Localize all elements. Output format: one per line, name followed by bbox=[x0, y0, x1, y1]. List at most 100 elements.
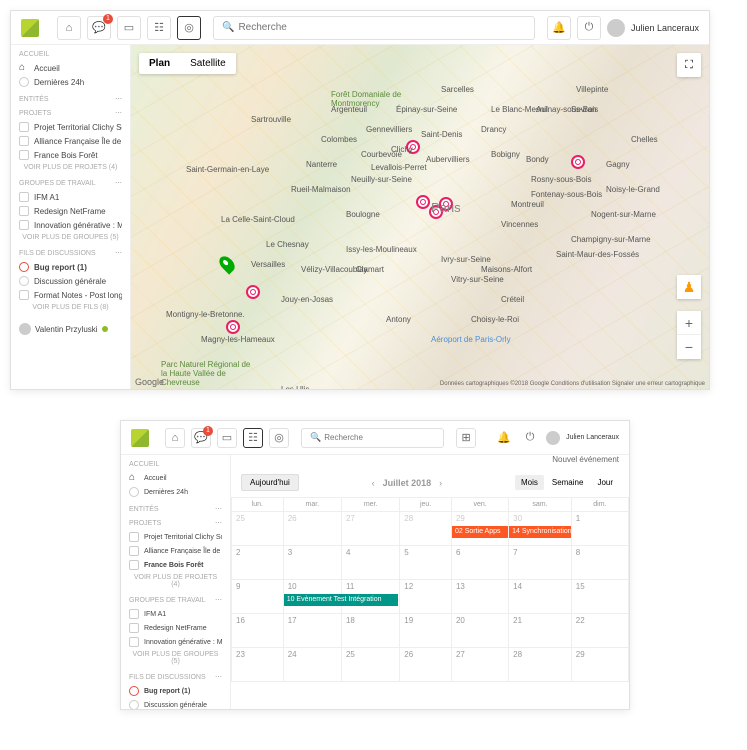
day-cell[interactable]: 2902 Sortie Apps bbox=[451, 512, 508, 546]
nav-dernieres[interactable]: Dernières 24h bbox=[19, 75, 122, 89]
day-cell[interactable]: 20 bbox=[451, 614, 508, 648]
day-cell[interactable]: 19 bbox=[400, 614, 452, 648]
view-month[interactable]: Mois bbox=[515, 475, 544, 490]
group-item[interactable]: Redesign NetFrame bbox=[19, 204, 122, 218]
nav-accueil[interactable]: ⌂Accueil bbox=[129, 471, 222, 485]
power-icon[interactable]: ⏻ bbox=[520, 428, 540, 448]
day-cell[interactable]: 3 bbox=[283, 546, 341, 580]
logo[interactable] bbox=[21, 19, 39, 37]
folder-icon[interactable]: ▭ bbox=[117, 16, 141, 40]
show-more-groups[interactable]: VOIR PLUS DE GROUPES (5) bbox=[19, 232, 122, 243]
more-icon[interactable]: ⋯ bbox=[215, 596, 222, 604]
new-event-link[interactable]: Nouvel événement bbox=[231, 455, 629, 468]
calendar-icon[interactable]: ☷ bbox=[147, 16, 171, 40]
day-cell[interactable]: 17 bbox=[283, 614, 341, 648]
day-cell[interactable]: 3014 Synchronisation des bbox=[509, 512, 572, 546]
event[interactable]: 14 Synchronisation des bbox=[509, 526, 571, 538]
more-icon[interactable]: ⋯ bbox=[215, 505, 222, 513]
next-month-icon[interactable]: › bbox=[439, 478, 442, 488]
group-item[interactable]: IFM A1 bbox=[19, 190, 122, 204]
day-cell[interactable]: 7 bbox=[509, 546, 572, 580]
map-marker[interactable] bbox=[568, 152, 588, 172]
sidebar-footer-user[interactable]: Valentin Przyluski bbox=[19, 319, 122, 335]
location-icon[interactable]: ◎ bbox=[269, 428, 289, 448]
project-item[interactable]: France Bois Forêt bbox=[129, 558, 222, 572]
map-satellite-tab[interactable]: Satellite bbox=[180, 53, 236, 74]
day-cell[interactable]: 12 bbox=[400, 580, 452, 614]
thread-item[interactable]: Bug report (1) bbox=[19, 260, 122, 274]
day-cell[interactable]: 2 bbox=[232, 546, 284, 580]
day-cell[interactable]: 14 bbox=[509, 580, 572, 614]
thread-item[interactable]: Discussion générale bbox=[19, 274, 122, 288]
thread-item[interactable]: Format Notes - Post long bbox=[19, 288, 122, 302]
day-cell[interactable]: 25 bbox=[341, 648, 399, 682]
show-more-threads[interactable]: VOIR PLUS DE FILS (8) bbox=[19, 302, 122, 313]
bell-icon[interactable]: 🔔 bbox=[547, 16, 571, 40]
show-more-groups[interactable]: VOIR PLUS DE GROUPES (5) bbox=[129, 649, 222, 667]
nav-accueil[interactable]: ⌂Accueil bbox=[19, 61, 122, 75]
day-cell[interactable]: 9 bbox=[232, 580, 284, 614]
thread-item[interactable]: Bug report (1) bbox=[129, 684, 222, 698]
day-cell[interactable]: 27 bbox=[451, 648, 508, 682]
day-cell[interactable]: 25 bbox=[232, 512, 284, 546]
nav-dernieres[interactable]: Dernières 24h bbox=[129, 485, 222, 499]
day-cell[interactable]: 13 bbox=[451, 580, 508, 614]
day-cell[interactable]: 23 bbox=[232, 648, 284, 682]
day-cell[interactable]: 28 bbox=[400, 512, 452, 546]
thread-item[interactable]: Discussion générale bbox=[129, 698, 222, 709]
view-week[interactable]: Semaine bbox=[546, 475, 590, 490]
day-cell[interactable]: 18 bbox=[341, 614, 399, 648]
show-more-projects[interactable]: VOIR PLUS DE PROJETS (4) bbox=[19, 162, 122, 173]
group-item[interactable]: IFM A1 bbox=[129, 607, 222, 621]
map-marker[interactable] bbox=[223, 317, 243, 337]
day-cell[interactable]: 11 bbox=[341, 580, 399, 614]
day-cell[interactable]: 24 bbox=[283, 648, 341, 682]
zoom-out-button[interactable]: − bbox=[677, 335, 701, 359]
project-item[interactable]: Alliance Française Île de Fra... bbox=[129, 544, 222, 558]
view-day[interactable]: Jour bbox=[591, 475, 619, 490]
event[interactable]: 02 Sortie Apps bbox=[452, 526, 508, 538]
project-item[interactable]: Alliance Française Île de Fra... bbox=[19, 134, 122, 148]
power-icon[interactable]: ⏻ bbox=[577, 16, 601, 40]
map-marker-green[interactable] bbox=[216, 253, 237, 274]
chat-icon[interactable]: 💬1 bbox=[191, 428, 211, 448]
more-icon[interactable]: ⋯ bbox=[115, 109, 122, 117]
search-box[interactable]: 🔍 bbox=[301, 428, 444, 448]
day-cell[interactable]: 21 bbox=[509, 614, 572, 648]
day-cell[interactable]: 29 bbox=[571, 648, 628, 682]
map-marker[interactable] bbox=[243, 282, 263, 302]
location-icon[interactable]: ◎ bbox=[177, 16, 201, 40]
day-cell[interactable]: 22 bbox=[571, 614, 628, 648]
day-cell[interactable]: 1 bbox=[571, 512, 628, 546]
day-cell[interactable]: 16 bbox=[232, 614, 284, 648]
group-item[interactable]: Redesign NetFrame bbox=[129, 621, 222, 635]
day-cell[interactable]: 4 bbox=[341, 546, 399, 580]
logo[interactable] bbox=[131, 429, 149, 447]
day-cell[interactable]: 5 bbox=[400, 546, 452, 580]
map-panel[interactable]: Plan Satellite ⛶ ♟ + − Google Données ca… bbox=[131, 45, 709, 389]
day-cell[interactable]: 6 bbox=[451, 546, 508, 580]
zoom-in-button[interactable]: + bbox=[677, 311, 701, 335]
day-cell[interactable]: 26 bbox=[283, 512, 341, 546]
day-cell[interactable]: 27 bbox=[341, 512, 399, 546]
search-input[interactable] bbox=[324, 433, 435, 442]
project-item[interactable]: Projet Territorial Clichy Sou... bbox=[19, 120, 122, 134]
more-icon[interactable]: ⋯ bbox=[115, 95, 122, 103]
day-cell[interactable]: 28 bbox=[509, 648, 572, 682]
search-input[interactable] bbox=[238, 22, 526, 33]
user-menu[interactable]: Julien Lanceraux bbox=[546, 431, 619, 445]
chat-icon[interactable]: 💬1 bbox=[87, 16, 111, 40]
search-box[interactable]: 🔍 bbox=[213, 16, 535, 40]
pegman-icon[interactable]: ♟ bbox=[677, 275, 701, 299]
day-cell[interactable]: 26 bbox=[400, 648, 452, 682]
home-icon[interactable]: ⌂ bbox=[57, 16, 81, 40]
show-more-projects[interactable]: VOIR PLUS DE PROJETS (4) bbox=[129, 572, 222, 590]
prev-month-icon[interactable]: ‹ bbox=[372, 478, 375, 488]
day-cell[interactable]: 15 bbox=[571, 580, 628, 614]
group-item[interactable]: Innovation générative : Machi... bbox=[129, 635, 222, 649]
day-cell[interactable]: 8 bbox=[571, 546, 628, 580]
fullscreen-icon[interactable]: ⛶ bbox=[677, 53, 701, 77]
bell-icon[interactable]: 🔔 bbox=[494, 428, 514, 448]
home-icon[interactable]: ⌂ bbox=[165, 428, 185, 448]
group-item[interactable]: Innovation générative : Machi... bbox=[19, 218, 122, 232]
